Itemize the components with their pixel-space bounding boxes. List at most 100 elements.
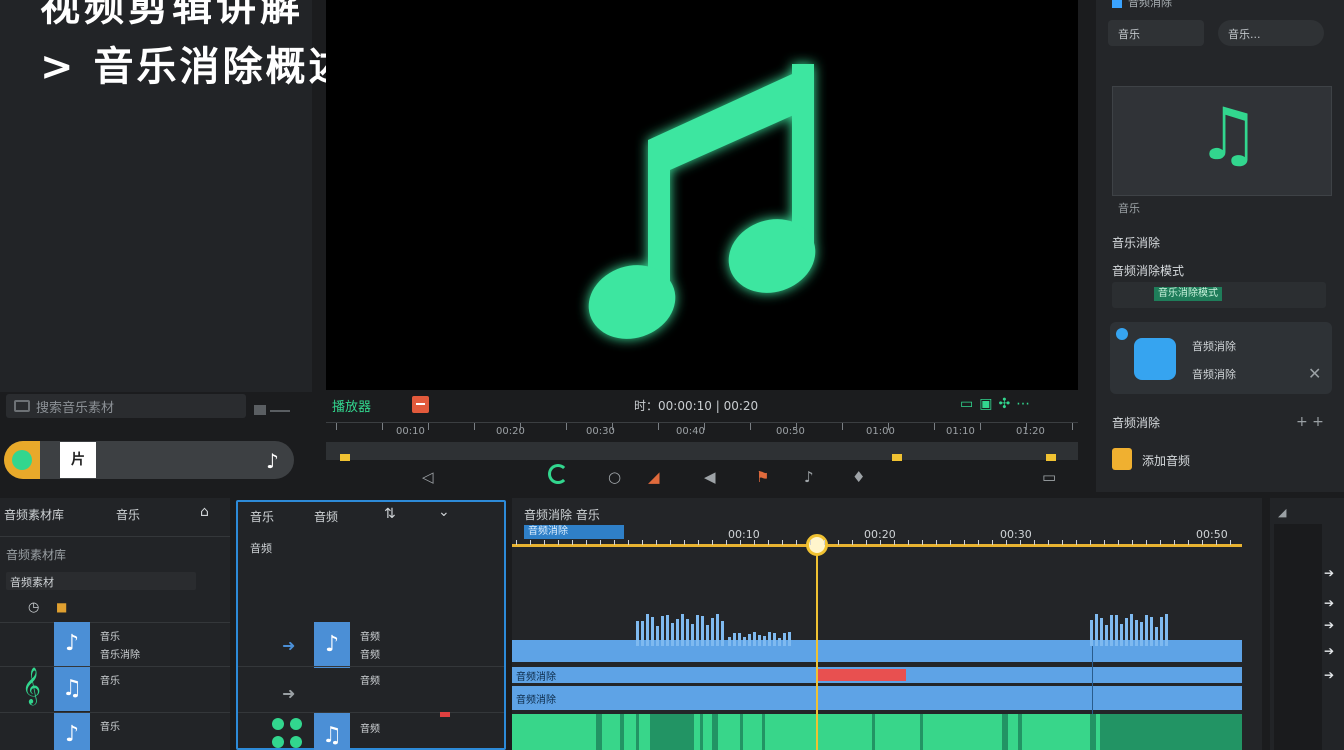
ruler-tick [852, 540, 853, 545]
effect-thumb[interactable]: ♫ [314, 713, 350, 750]
audio-clip-thumb[interactable]: ♪ [54, 622, 90, 666]
volume-meter[interactable] [1274, 524, 1322, 750]
playhead[interactable] [816, 545, 818, 750]
tab-audio[interactable]: 音频 [314, 508, 338, 525]
waveform-bar [646, 614, 649, 646]
properties-tab[interactable]: 音频消除 [1112, 0, 1172, 10]
effect-label: 音频 [360, 724, 380, 735]
clock-icon[interactable]: ◷ [28, 600, 39, 615]
arrow-icon[interactable]: ➔ [1324, 668, 1334, 682]
marker[interactable] [340, 454, 350, 461]
screen-icon[interactable]: ▭ [1042, 468, 1056, 486]
arrow-icon[interactable]: ➔ [1324, 596, 1334, 610]
section-title: 音频消除模式 [1112, 264, 1185, 278]
note-icon[interactable]: ♪ [804, 468, 814, 486]
green-stripe [712, 714, 718, 750]
waveform-bar [783, 633, 786, 646]
audio-cube-icon [1134, 338, 1176, 380]
waveform-bar [1105, 624, 1108, 646]
waveform-bar [773, 633, 776, 646]
timeline-highlight[interactable]: 音频消除 [524, 525, 624, 539]
large-music-note-icon [588, 64, 816, 339]
folder-icon[interactable]: ■ [56, 600, 67, 614]
marker[interactable] [1046, 454, 1056, 461]
preview-ruler[interactable]: 00:10 00:20 00:30 00:40 00:50 01:00 01:1… [326, 422, 1078, 440]
sort-icon[interactable]: ⇅ [384, 506, 396, 522]
removed-segment[interactable] [818, 669, 906, 681]
arrow-icon[interactable]: ➔ [1324, 618, 1334, 632]
flag-icon[interactable]: ⚑ [756, 468, 769, 486]
play-indicator-icon[interactable] [12, 450, 32, 470]
arrow-icon[interactable]: ➔ [1324, 566, 1334, 580]
stop-button[interactable] [412, 396, 429, 413]
audio-player-bar[interactable] [4, 441, 294, 479]
ruler-tick [566, 423, 567, 430]
ruler-tick [726, 540, 727, 545]
record-icon[interactable]: ○ [608, 468, 621, 486]
arrow-icon[interactable]: ➜ [282, 636, 295, 655]
timeline-ruler-label: 00:50 [1196, 528, 1228, 541]
add-icon[interactable]: + + [1296, 414, 1324, 430]
preview-tools-icons[interactable]: ▭▣✣⋯ [960, 396, 1036, 412]
volume-icon[interactable]: ◢ [1278, 506, 1286, 519]
arrow-icon[interactable]: ➔ [1324, 644, 1334, 658]
rewind-icon[interactable]: ◁ [422, 468, 434, 486]
tab-music[interactable]: 音乐 [116, 506, 140, 523]
fx-icon[interactable]: ♦ [852, 468, 865, 486]
add-audio-icon[interactable] [1112, 448, 1132, 470]
view-options-icon[interactable] [254, 400, 294, 415]
ruler-label: 00:50 [776, 426, 805, 437]
video-subtitle: > 音乐消除概述 [40, 44, 352, 90]
waveform-bar [748, 633, 751, 646]
green-stripe [596, 714, 602, 750]
music-button[interactable]: 音乐 [1108, 20, 1204, 46]
waveform-bar [1115, 615, 1118, 646]
waveform-bar [661, 616, 664, 646]
ruler-label: 01:00 [866, 426, 895, 437]
close-icon[interactable]: ✕ [1308, 364, 1321, 383]
green-stripe [740, 714, 743, 750]
ruler-label: 00:10 [396, 426, 425, 437]
preview-viewer[interactable] [326, 0, 1078, 390]
ruler-tick [670, 540, 671, 545]
preview-mini-track[interactable] [326, 442, 1078, 461]
arrow-icon[interactable]: ➜ [282, 684, 295, 703]
ruler-tick [704, 423, 705, 430]
vocal-track[interactable]: 音频消除 [512, 686, 1242, 710]
media-search-input[interactable]: 搜索音乐素材 [6, 394, 246, 418]
clip-label: 音乐 [100, 722, 120, 733]
waveform-bar [733, 632, 736, 646]
card-line: 音频消除 [1192, 340, 1236, 353]
mode-dropdown[interactable]: 音乐消除模式 [1112, 282, 1326, 308]
ruler-tick [880, 540, 881, 545]
speaker-icon[interactable]: ◀ [704, 468, 716, 486]
add-audio-label[interactable]: 添加音频 [1142, 452, 1190, 469]
marker [440, 712, 450, 717]
audio-thumbnail[interactable]: 片 [60, 442, 96, 478]
audio-clip-thumb[interactable]: ♪ [54, 713, 90, 750]
tab-audio-library[interactable]: 音频素材库 [4, 506, 64, 523]
ruler-tick [866, 540, 867, 545]
ruler-tick [750, 423, 751, 430]
playhead-handle[interactable] [806, 534, 828, 556]
loop-icon[interactable] [548, 464, 568, 484]
folder-icon [14, 400, 30, 412]
music-more-button[interactable]: 音乐... [1218, 20, 1324, 46]
clip-label: 音乐 [100, 676, 120, 687]
marker-icon[interactable]: ◢ [648, 468, 660, 486]
effect-thumb[interactable]: ♪ [314, 622, 350, 668]
collapse-icon[interactable]: ⌄ [438, 504, 450, 520]
ruler-tick [978, 540, 979, 545]
ruler-tick [796, 540, 797, 545]
home-icon[interactable]: ⌂ [200, 504, 209, 520]
audio-clip-thumb[interactable]: ♫ [54, 667, 90, 711]
green-stripe [1018, 714, 1022, 750]
video-title: 视频剪辑讲解 [40, 0, 304, 30]
marker[interactable] [892, 454, 902, 461]
grid-dots-icon[interactable] [272, 718, 306, 750]
waveform-bar [691, 623, 694, 646]
tab-music[interactable]: 音乐 [250, 508, 274, 525]
waveform-bar [676, 619, 679, 646]
treble-clef-icon: 𝄞 [22, 666, 41, 704]
preview-caption: 音乐 [1118, 202, 1140, 215]
